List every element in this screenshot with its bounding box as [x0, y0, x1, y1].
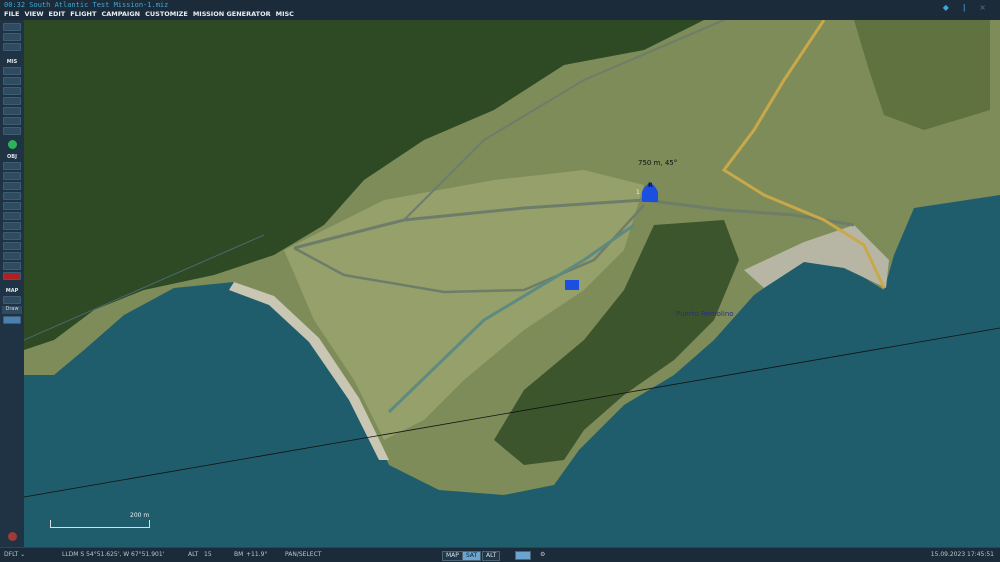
open-mission-button[interactable]	[3, 33, 21, 41]
add-vehicle-button[interactable]	[3, 192, 21, 200]
static-object-marker[interactable]	[565, 280, 579, 290]
profile-dropdown[interactable]: DFLT ⌄	[4, 548, 25, 562]
section-obj: OBJ	[7, 154, 17, 160]
settings-icon[interactable]: ⚙	[540, 548, 545, 562]
microphone-icon[interactable]: ǀ	[963, 3, 965, 12]
map-view[interactable]: 750 m, 45° 1 R Puerto Remolino 200 m	[24, 20, 1000, 547]
fly-button[interactable]	[7, 140, 17, 149]
triggers-button[interactable]	[3, 97, 21, 105]
options-button[interactable]	[3, 127, 21, 135]
add-ruler-button[interactable]	[3, 242, 21, 250]
alt-label: ALT	[188, 551, 199, 558]
add-zone-button[interactable]	[3, 222, 21, 230]
alt-mode-button[interactable]: ALT	[482, 551, 501, 561]
add-group-button[interactable]	[3, 252, 21, 260]
menu-file[interactable]: FILE	[4, 9, 19, 20]
menu-edit[interactable]: EDIT	[49, 9, 66, 20]
section-map: MAP	[5, 288, 19, 294]
menu-bar: FILE VIEW EDIT FLIGHT CAMPAIGN CUSTOMIZE…	[0, 9, 1000, 20]
town-label: Puerto Remolino	[676, 310, 734, 318]
menu-misc[interactable]: MISC	[276, 9, 294, 20]
scale-bar	[50, 520, 150, 528]
map-layer-button[interactable]	[3, 316, 21, 324]
map-options-button[interactable]	[3, 296, 21, 304]
unit-letter: R	[648, 182, 653, 189]
menu-mission-generator[interactable]: MISSION GENERATOR	[193, 9, 271, 20]
sidebar-toolbar: MIS OBJ MAP Draw	[0, 20, 24, 547]
new-mission-button[interactable]	[3, 23, 21, 31]
status-bar: DFLT ⌄ LLDM S 54°51.625', W 67°51.901' A…	[0, 547, 1000, 562]
add-plane-button[interactable]	[3, 162, 21, 170]
network-icon[interactable]: ◆	[943, 3, 949, 12]
satellite-map	[24, 20, 1000, 498]
weather-button[interactable]	[3, 77, 21, 85]
exit-icon[interactable]	[7, 532, 17, 541]
delete-button[interactable]	[3, 272, 21, 280]
add-ship-button[interactable]	[3, 182, 21, 190]
goals-button[interactable]	[3, 87, 21, 95]
scale-label: 200 m	[130, 512, 150, 519]
add-static-button[interactable]	[3, 202, 21, 210]
map-mode-button[interactable]: MAP	[442, 551, 463, 561]
sat-mode-button[interactable]: SAT	[462, 551, 482, 561]
add-formation-button[interactable]	[3, 262, 21, 270]
draw-button[interactable]: Draw	[2, 306, 22, 314]
menu-view[interactable]: VIEW	[24, 9, 43, 20]
mode-label: PAN/SELECT	[285, 551, 322, 558]
resources-button[interactable]	[3, 107, 21, 115]
unit-range-label: 750 m, 45°	[638, 159, 678, 167]
save-mission-button[interactable]	[3, 43, 21, 51]
close-icon[interactable]: ×	[979, 3, 986, 12]
menu-customize[interactable]: CUSTOMIZE	[145, 9, 188, 20]
section-mis: MIS	[6, 59, 18, 65]
datetime: 15.09.2023 17:45:51	[930, 551, 994, 558]
menu-campaign[interactable]: CAMPAIGN	[101, 9, 140, 20]
layers-button[interactable]	[515, 551, 531, 560]
briefing-button[interactable]	[3, 67, 21, 75]
title-text: 00:32 South Atlantic Test Mission-1.miz	[4, 1, 169, 9]
add-nav-point-button[interactable]	[3, 232, 21, 240]
bm-value: +11.9°	[246, 551, 268, 558]
add-helicopter-button[interactable]	[3, 172, 21, 180]
alt-value: 15	[204, 551, 212, 558]
coordinates: LLDM S 54°51.625', W 67°51.901'	[62, 551, 165, 558]
add-template-button[interactable]	[3, 212, 21, 220]
check-button[interactable]	[3, 117, 21, 125]
bm-label: BM	[234, 551, 244, 558]
unit-number: 1	[636, 189, 640, 196]
menu-flight[interactable]: FLIGHT	[70, 9, 96, 20]
